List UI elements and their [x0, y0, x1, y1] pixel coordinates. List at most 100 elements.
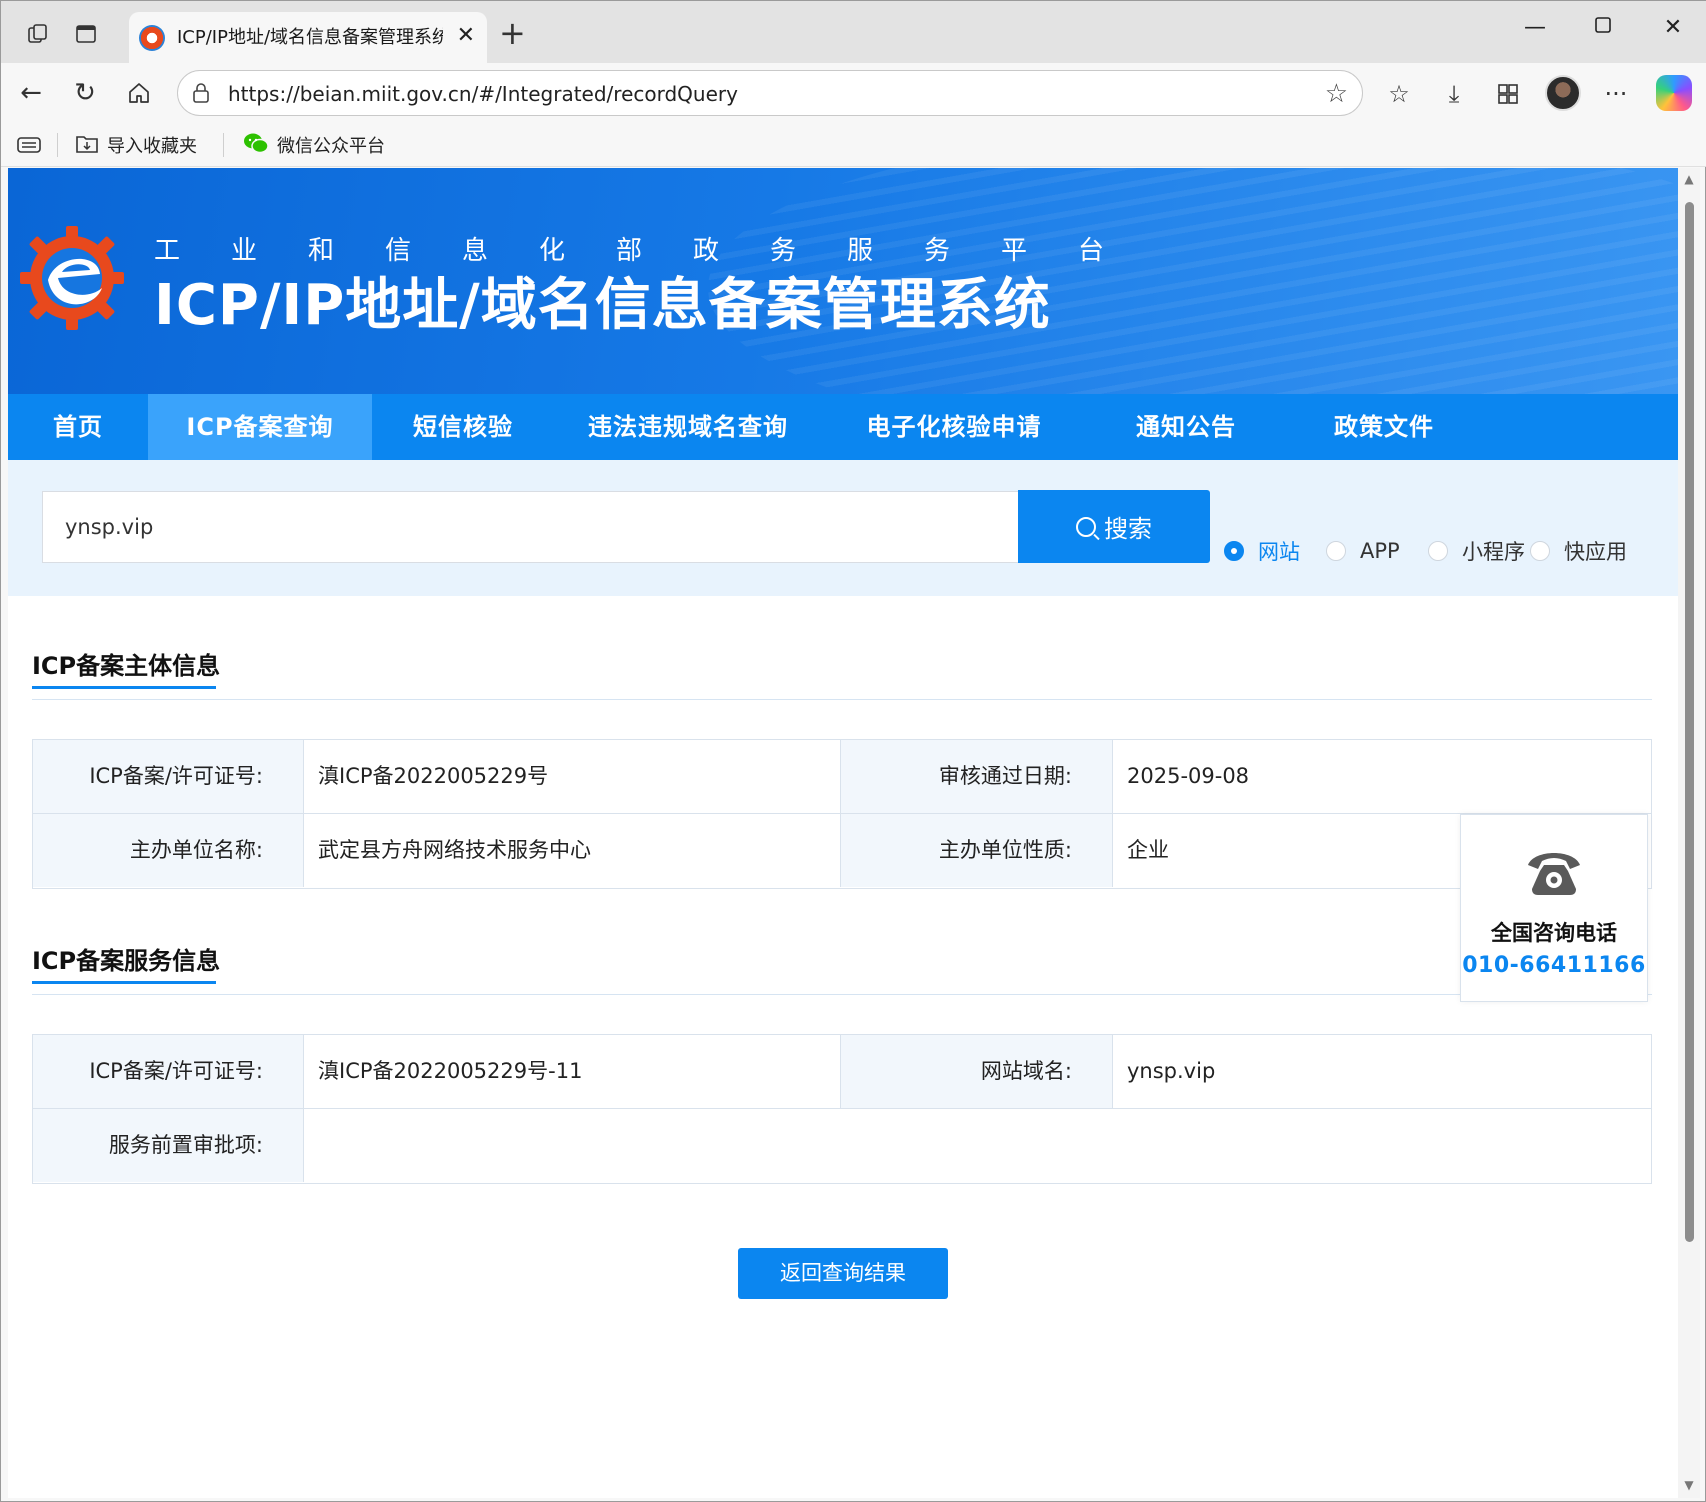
type-radio-miniprogram[interactable]: 小程序 [1428, 537, 1525, 565]
hotline-number: 010-66411166 [1462, 953, 1646, 978]
type-label-quickapp: 快应用 [1564, 540, 1627, 564]
type-radio-quickapp[interactable]: 快应用 [1530, 537, 1627, 565]
address-bar[interactable]: https://beian.miit.gov.cn/#/Integrated/r… [177, 70, 1363, 116]
license-number-label: ICP备案/许可证号: [33, 740, 303, 813]
nav-item-icp-query[interactable]: ICP备案查询 [148, 394, 372, 460]
search-input[interactable]: ynsp.vip [42, 491, 1018, 563]
search-button[interactable]: 搜索 [1018, 490, 1210, 563]
subject-info-table: ICP备案/许可证号: 滇ICP备2022005229号 审核通过日期: 202… [32, 739, 1652, 889]
nav-item-notices[interactable]: 通知公告 [1086, 394, 1286, 460]
banner-title: ICP/IP地址/域名信息备案管理系统 [154, 273, 1051, 338]
page-scrollbar[interactable]: ▲ ▼ [1678, 168, 1700, 1498]
section-title-underline [32, 981, 216, 984]
downloads-icon[interactable]: ⤓ [1437, 77, 1471, 111]
telephone-icon [1528, 853, 1580, 895]
miit-logo-icon [20, 226, 124, 330]
wechat-icon [243, 132, 269, 159]
favorites-icon[interactable]: ☆ [1382, 77, 1416, 111]
scroll-up-icon[interactable]: ▲ [1681, 172, 1697, 186]
home-icon[interactable] [121, 75, 157, 111]
nav-item-illegal-domain-query[interactable]: 违法违规域名查询 [554, 394, 822, 460]
nav-item-home[interactable]: 首页 [8, 394, 148, 460]
favbar-divider [223, 133, 224, 157]
nav-item-e-verify-apply[interactable]: 电子化核验申请 [822, 394, 1086, 460]
type-radio-website[interactable]: 网站 [1224, 537, 1300, 565]
back-to-results-button[interactable]: 返回查询结果 [738, 1248, 948, 1299]
workspaces-icon[interactable] [23, 19, 53, 49]
hotline-widget[interactable]: 全国咨询电话 010-66411166 [1460, 814, 1648, 1002]
favorite-import-label: 导入收藏夹 [107, 136, 197, 157]
url-text[interactable]: https://beian.miit.gov.cn/#/Integrated/r… [228, 81, 738, 107]
table-row: ICP备案/许可证号: 滇ICP备2022005229号-11 网站域名: yn… [33, 1035, 1651, 1109]
back-icon[interactable]: ← [13, 75, 49, 111]
pre-approval-label: 服务前置审批项: [33, 1109, 303, 1182]
section-divider [32, 699, 1652, 700]
nav-item-policy-docs[interactable]: 政策文件 [1286, 394, 1482, 460]
refresh-icon[interactable]: ↻ [67, 75, 103, 111]
type-label-app: APP [1360, 539, 1400, 563]
favorite-import[interactable]: 导入收藏夹 [75, 132, 197, 158]
tab-actions-icon[interactable] [71, 19, 101, 49]
radio-checked-icon[interactable] [1224, 541, 1244, 561]
browser-window: ICP/IP地址/域名信息备案管理系统 ✕ + — ✕ ← ↻ https://… [0, 0, 1706, 1502]
extensions-icon[interactable] [1491, 77, 1525, 111]
radio-unchecked-icon[interactable] [1428, 541, 1448, 561]
search-section: ynsp.vip 搜索 网站 APP 小程序 快应用 [8, 460, 1678, 596]
section-divider [32, 994, 1652, 995]
type-radio-app[interactable]: APP [1326, 537, 1400, 565]
table-row: 主办单位名称: 武定县方舟网络技术服务中心 主办单位性质: 企业 [33, 814, 1651, 888]
more-options-icon[interactable]: ··· [1599, 77, 1633, 111]
profile-avatar[interactable] [1545, 75, 1581, 111]
type-label-website: 网站 [1258, 540, 1300, 564]
favorites-bar: 导入收藏夹 微信公众平台 [1, 123, 1706, 167]
radio-unchecked-icon[interactable] [1530, 541, 1550, 561]
organizer-type-label: 主办单位性质: [841, 814, 1112, 887]
import-favorites-icon [75, 132, 99, 159]
maximize-button[interactable] [1583, 15, 1623, 40]
close-window-button[interactable]: ✕ [1653, 15, 1693, 40]
new-tab-button[interactable]: + [499, 17, 526, 49]
search-button-label: 搜索 [1104, 515, 1152, 543]
tab-close-icon[interactable]: ✕ [457, 23, 475, 49]
table-row: ICP备案/许可证号: 滇ICP备2022005229号 审核通过日期: 202… [33, 740, 1651, 814]
hotline-label: 全国咨询电话 [1491, 921, 1617, 945]
approval-date-value: 2025-09-08 [1127, 764, 1250, 788]
minimize-button[interactable]: — [1515, 15, 1555, 40]
favorite-wechat-label: 微信公众平台 [277, 136, 385, 157]
organizer-name-label: 主办单位名称: [33, 814, 303, 887]
scroll-down-icon[interactable]: ▼ [1681, 1478, 1697, 1492]
service-license-label: ICP备案/许可证号: [33, 1035, 303, 1108]
section-title-underline [32, 686, 216, 689]
header-banner: 工业和信息化部政务服务平台 ICP/IP地址/域名信息备案管理系统 [8, 168, 1678, 394]
site-favicon-icon [139, 25, 165, 51]
service-info-table: ICP备案/许可证号: 滇ICP备2022005229号-11 网站域名: yn… [32, 1034, 1652, 1184]
approval-date-label: 审核通过日期: [841, 740, 1112, 813]
license-number-value: 滇ICP备2022005229号 [318, 764, 549, 788]
service-info-title: ICP备案服务信息 [32, 947, 221, 975]
favbar-divider [57, 133, 58, 157]
copilot-icon[interactable] [1656, 75, 1692, 111]
favorite-wechat[interactable]: 微信公众平台 [243, 132, 385, 158]
nav-item-sms-verify[interactable]: 短信核验 [372, 394, 554, 460]
domain-label: 网站域名: [841, 1035, 1112, 1108]
service-license-value: 滇ICP备2022005229号-11 [318, 1059, 583, 1083]
favorites-menu-icon[interactable] [17, 132, 41, 158]
main-navigation: 首页 ICP备案查询 短信核验 违法违规域名查询 电子化核验申请 通知公告 政策… [8, 394, 1678, 460]
browser-toolbar: ← ↻ https://beian.miit.gov.cn/#/Integrat… [1, 63, 1706, 123]
banner-subtitle: 工业和信息化部政务服务平台 [154, 236, 1156, 266]
radio-unchecked-icon[interactable] [1326, 541, 1346, 561]
scrollbar-thumb[interactable] [1685, 202, 1694, 1242]
favorite-star-icon[interactable]: ☆ [1325, 79, 1348, 109]
subject-info-title: ICP备案主体信息 [32, 652, 221, 680]
tab-title: ICP/IP地址/域名信息备案管理系统 [177, 27, 443, 48]
active-tab[interactable]: ICP/IP地址/域名信息备案管理系统 ✕ [129, 12, 487, 63]
type-label-miniprogram: 小程序 [1462, 540, 1525, 564]
search-icon [1076, 516, 1096, 537]
domain-value: ynsp.vip [1127, 1059, 1216, 1083]
page-viewport: 工业和信息化部政务服务平台 ICP/IP地址/域名信息备案管理系统 首页 ICP… [8, 168, 1678, 1498]
tab-bar: ICP/IP地址/域名信息备案管理系统 ✕ + — ✕ [1, 1, 1706, 63]
lock-icon[interactable] [192, 83, 210, 103]
organizer-name-value: 武定县方舟网络技术服务中心 [318, 838, 591, 862]
pre-approval-value [304, 1109, 1651, 1182]
table-row: 服务前置审批项: [33, 1109, 1651, 1183]
